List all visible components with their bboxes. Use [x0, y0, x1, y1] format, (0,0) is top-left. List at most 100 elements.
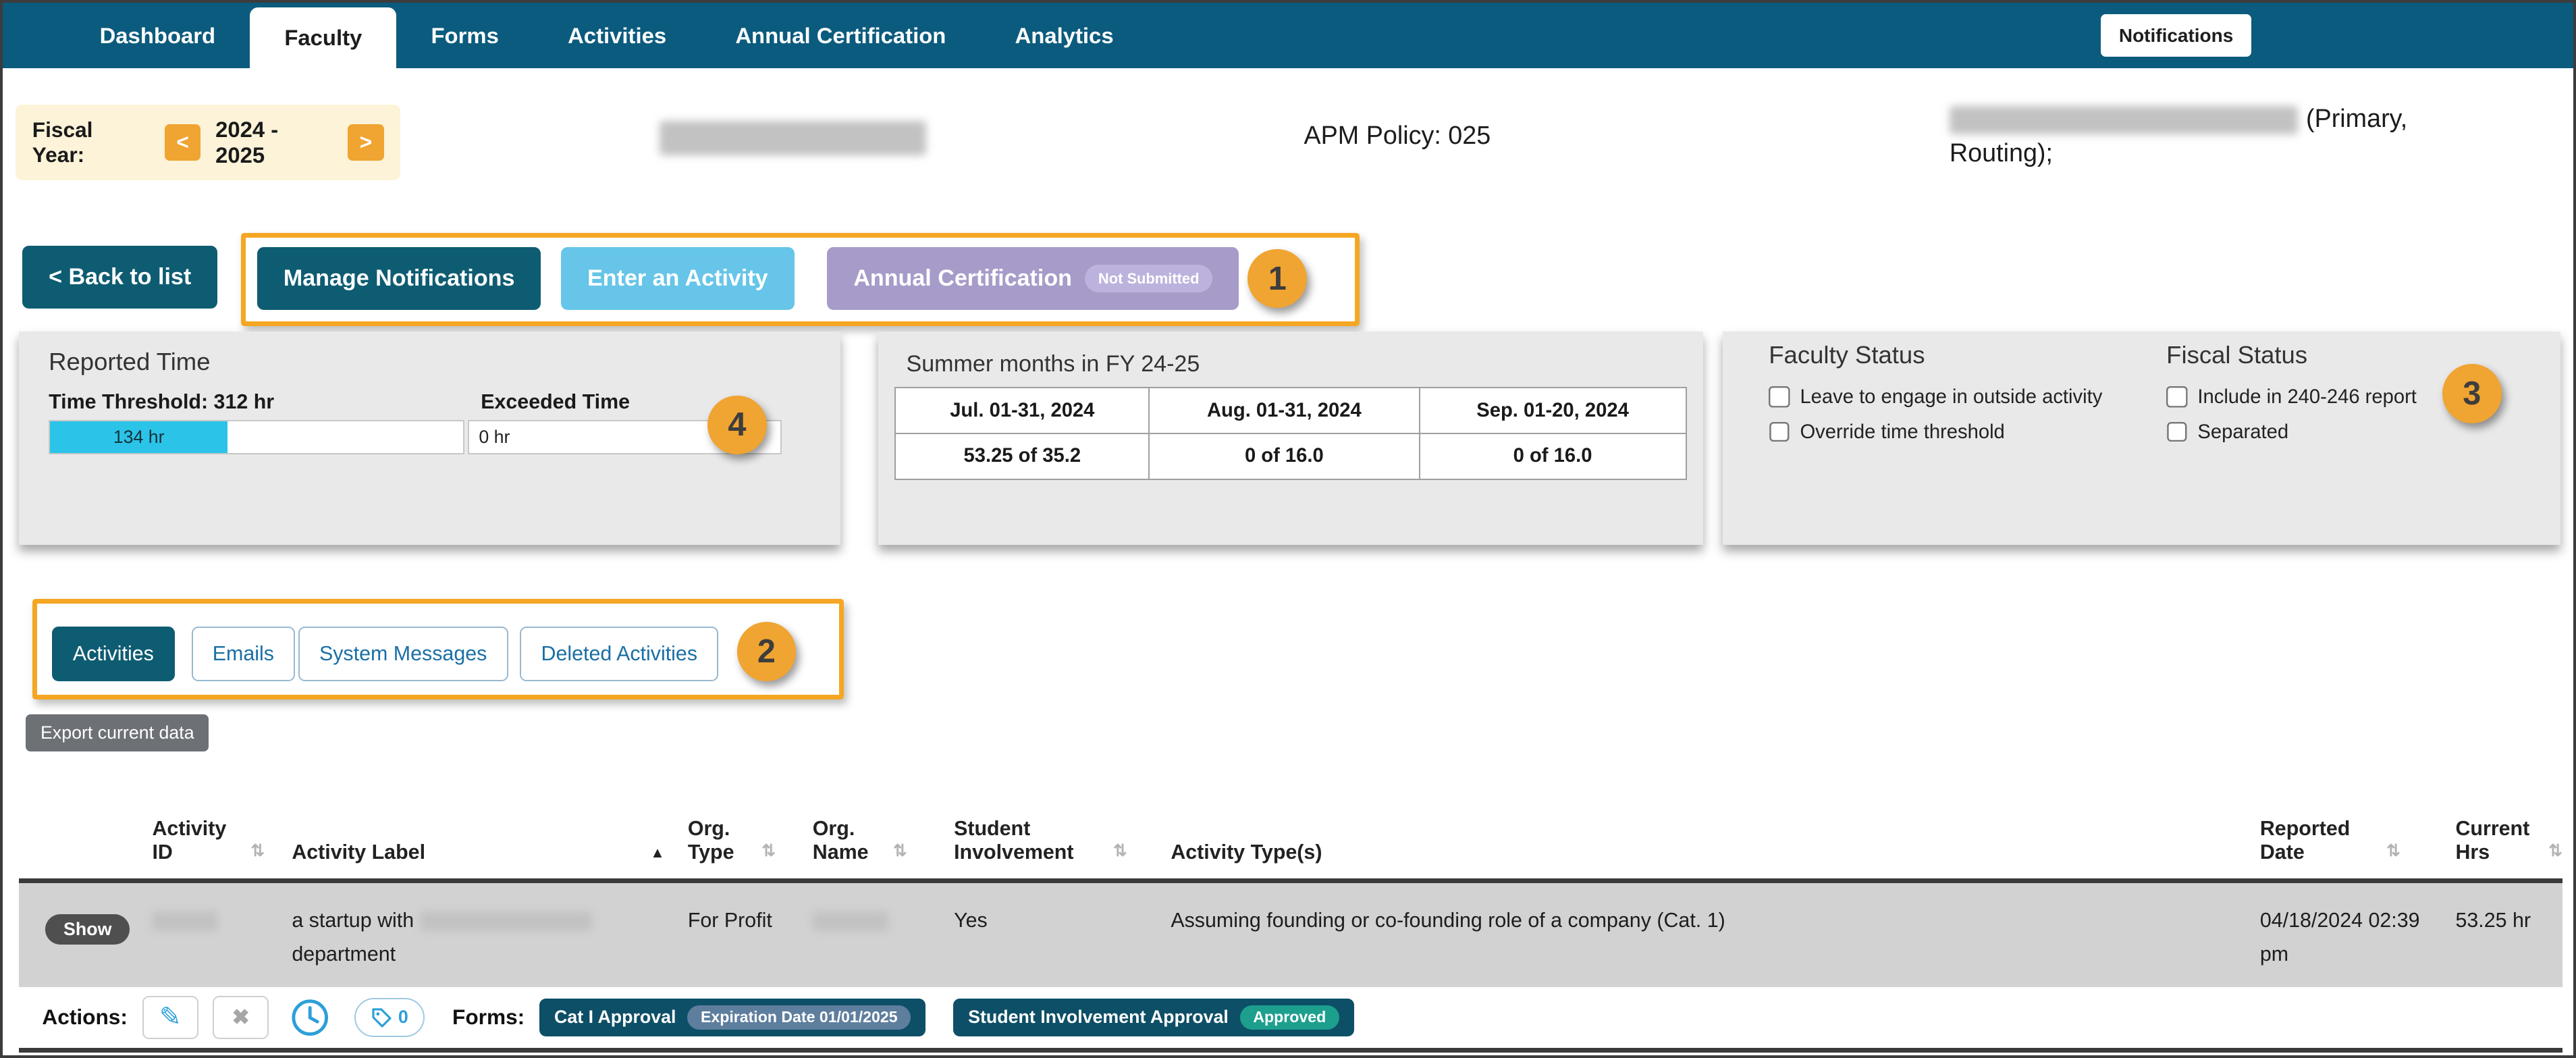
- apm-policy-text: APM Policy: 025: [1304, 121, 1491, 150]
- separated-checkbox[interactable]: [2166, 421, 2188, 444]
- back-to-list-button[interactable]: < Back to list: [22, 246, 218, 309]
- fiscal-year-label: Fiscal Year:: [32, 117, 93, 167]
- separated-label: Separated: [2197, 421, 2289, 444]
- tab-system-messages[interactable]: System Messages: [298, 627, 508, 681]
- header-student-involvement[interactable]: Student Involvement ⇅: [954, 775, 1171, 879]
- leave-outside-activity-label: Leave to engage in outside activity: [1800, 386, 2103, 408]
- row-show-cell: Show: [19, 883, 152, 986]
- notifications-button[interactable]: Notifications: [2101, 14, 2252, 57]
- header-current-hrs[interactable]: Current Hrs ⇅: [2455, 775, 2562, 879]
- sort-icon: ⇅: [1113, 842, 1127, 861]
- row-activity-id: [152, 883, 292, 986]
- tag-icon: [371, 1008, 392, 1028]
- header-org-name-label: Org. Name: [812, 816, 869, 864]
- activity-label-suffix: department: [292, 942, 396, 966]
- page: Dashboard Faculty Forms Activities Annua…: [0, 0, 2576, 1058]
- reported-time-value: 134 hr: [113, 427, 165, 448]
- include-240-246-checkbox[interactable]: [2166, 386, 2188, 408]
- header-reported-date[interactable]: Reported Date ⇅: [2260, 775, 2456, 879]
- student-involvement-approval-form-badge[interactable]: Student Involvement Approval Approved: [953, 998, 1354, 1037]
- sort-icon: ⇅: [250, 842, 265, 861]
- activity-id-redacted: [152, 911, 218, 932]
- nav-item-faculty[interactable]: Faculty: [250, 7, 397, 69]
- delete-activity-button[interactable]: ✖: [213, 996, 269, 1039]
- summer-val-aug: 0 of 16.0: [1148, 433, 1420, 480]
- edit-activity-button[interactable]: ✎: [142, 996, 198, 1039]
- time-threshold-label: Time Threshold: 312 hr: [49, 390, 275, 414]
- nav-item-forms[interactable]: Forms: [396, 3, 533, 68]
- sort-icon: ⇅: [893, 842, 907, 861]
- reported-time-progressbar: 134 hr: [49, 420, 464, 455]
- fiscal-year-value: 2024 - 2025: [215, 116, 279, 167]
- row-activity-label: a startup with department: [292, 883, 688, 986]
- leave-outside-activity-checkbox[interactable]: [1769, 386, 1790, 408]
- faculty-name-redacted: [660, 121, 926, 156]
- action-buttons-row: < Back to list Manage Notifications Ente…: [3, 226, 2573, 332]
- tabs-section: Activities Emails System Messages Delete…: [3, 578, 2573, 710]
- cat1-approval-form-badge[interactable]: Cat I Approval Expiration Date 01/01/202…: [539, 998, 925, 1037]
- show-details-button[interactable]: Show: [45, 914, 130, 945]
- annual-certification-label: Annual Certification: [853, 265, 1072, 292]
- tab-emails[interactable]: Emails: [191, 627, 296, 681]
- annotation-callout-2: 2: [736, 622, 797, 681]
- status-panel: Faculty Status Leave to engage in outsid…: [1723, 331, 2561, 546]
- header-activity-id[interactable]: Activity ID ⇅: [152, 775, 292, 879]
- nav-item-dashboard[interactable]: Dashboard: [65, 3, 250, 68]
- override-threshold-label: Override time threshold: [1800, 421, 2005, 444]
- separated-option: Separated: [2166, 421, 2417, 444]
- header-activity-types-label: Activity Type(s): [1171, 840, 1322, 864]
- fiscal-status-title: Fiscal Status: [2166, 341, 2308, 369]
- faculty-status-column: Faculty Status Leave to engage in outsid…: [1769, 341, 2102, 444]
- activities-table: Activity ID ⇅ Activity Label ▲ Org. Type…: [19, 774, 2562, 1053]
- row-org-type: For Profit: [687, 908, 772, 932]
- sort-icon: ⇅: [761, 842, 776, 861]
- approved-pill: Approved: [1239, 1005, 1339, 1030]
- delete-icon: ✖: [232, 1005, 250, 1030]
- nav-item-activities[interactable]: Activities: [533, 3, 701, 68]
- exceeded-time-value: 0 hr: [479, 427, 510, 448]
- header-org-name[interactable]: Org. Name ⇅: [813, 775, 954, 879]
- org-name-redacted: [812, 911, 888, 932]
- fiscal-year-prev-button[interactable]: <: [164, 124, 201, 161]
- override-threshold-checkbox[interactable]: [1769, 421, 1790, 444]
- header-current-hrs-label: Current Hrs: [2455, 816, 2530, 864]
- manage-notifications-button[interactable]: Manage Notifications: [257, 247, 541, 310]
- tab-deleted-activities[interactable]: Deleted Activities: [520, 627, 719, 681]
- summer-col-jul: Jul. 01-31, 2024: [894, 387, 1150, 435]
- student-involvement-approval-label: Student Involvement Approval: [968, 1007, 1229, 1028]
- summer-months-panel: Summer months in FY 24-25 Jul. 01-31, 20…: [878, 331, 1703, 546]
- edit-icon: ✎: [159, 1003, 182, 1032]
- summer-val-sep: 0 of 16.0: [1418, 433, 1687, 480]
- show-column-header: [19, 775, 152, 879]
- summer-col-sep: Sep. 01-20, 2024: [1418, 387, 1687, 435]
- nav-item-analytics[interactable]: Analytics: [980, 3, 1148, 68]
- tab-activities[interactable]: Activities: [51, 627, 176, 681]
- enter-activity-button[interactable]: Enter an Activity: [561, 247, 795, 310]
- actions-label: Actions:: [42, 1005, 128, 1030]
- row-reported-date: 04/18/2024 02:39 pm: [2259, 908, 2420, 966]
- reported-time-progress-fill: 134 hr: [50, 421, 228, 454]
- header-activity-label[interactable]: Activity Label ▲: [292, 775, 688, 879]
- fiscal-year-next-button[interactable]: >: [348, 124, 384, 161]
- include-240-246-option: Include in 240-246 report: [2166, 386, 2417, 408]
- row-student-involvement: Yes: [954, 908, 988, 932]
- annotation-box-2: Activities Emails System Messages Delete…: [32, 599, 844, 699]
- annotation-callout-3: 3: [2442, 364, 2502, 424]
- header-reported-date-label: Reported Date: [2259, 816, 2351, 864]
- header-activity-types[interactable]: Activity Type(s): [1171, 775, 2260, 879]
- exceeded-time-label: Exceeded Time: [481, 390, 630, 414]
- sort-ascending-icon: ▲: [650, 843, 665, 861]
- tags-button[interactable]: 0: [354, 997, 425, 1038]
- summer-val-jul: 53.25 of 35.2: [894, 433, 1150, 480]
- activity-label-prefix: a startup with: [292, 908, 414, 932]
- clock-icon: [292, 999, 328, 1036]
- row-actions-bar: Actions: ✎ ✖ 0 Forms: Cat I Approval Exp…: [19, 986, 2562, 1053]
- info-panels: Reported Time Time Threshold: 312 hr Exc…: [3, 331, 2573, 562]
- export-current-data-button[interactable]: Export current data: [26, 714, 209, 752]
- header-org-type[interactable]: Org. Type ⇅: [688, 775, 813, 879]
- annotation-callout-1: 1: [1247, 248, 1308, 309]
- nav-item-annual-certification[interactable]: Annual Certification: [701, 3, 980, 68]
- history-button[interactable]: [288, 996, 331, 1038]
- header-student-involvement-label: Student Involvement: [954, 816, 1074, 864]
- annual-certification-button[interactable]: Annual Certification Not Submitted: [827, 247, 1239, 310]
